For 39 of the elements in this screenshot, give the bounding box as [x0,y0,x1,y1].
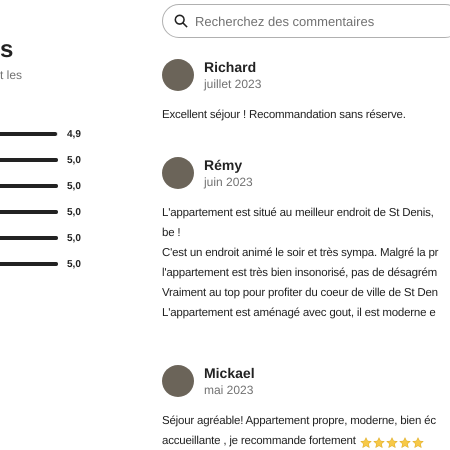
review-date: juin 2023 [204,174,253,190]
review-text: Vraiment au top pour profiter du coeur de ville de St Den [162,286,438,302]
star-icon [398,436,411,448]
review-text: accueillante , je recommande fortement [162,434,356,450]
review-text: C'est un endroit animé le soir et très sympa. Malgré la pr [162,246,438,262]
reviewer-name: Mickael [204,364,255,382]
review-text: L'appartement est aménagé avec gout, il est moderne e [162,306,436,322]
reviewer-name: Richard [204,58,258,76]
review-date: mai 2023 [204,382,254,398]
rating-value: 5,0 [67,206,81,220]
star-icon [372,436,385,448]
avatar-placeholder [162,59,194,91]
rating-bar [0,236,58,240]
star-icon [360,436,372,448]
rating-value: 5,0 [67,232,81,246]
rating-bar [0,210,58,214]
review-text: Excellent séjour ! Recommandation sans réserve. [162,108,406,124]
avatar-placeholder [162,365,194,397]
subtitle: t les [0,67,22,84]
review-text: Séjour agréable! Appartement propre, moderne, bien éc [162,414,436,430]
rating-bar [0,132,58,136]
search-field[interactable]: Recherchez des commentaires [162,4,450,38]
review-text: l'appartement est très bien insonorisé, pas de désagrém [162,266,438,282]
rating-value: 5,0 [67,258,81,272]
rating-value: 4,9 [67,128,81,142]
rating-value: 5,0 [67,180,81,194]
heading: s [0,36,14,64]
star-icon [386,436,398,448]
star-icon [412,436,424,448]
rating-bar [0,184,58,188]
search-icon [174,14,188,28]
review-date: juillet 2023 [204,76,262,92]
avatar-placeholder [162,157,194,189]
review-text: be ! [162,226,180,242]
rating-bar [0,158,58,162]
rating-value: 5,0 [67,154,81,168]
rating-bar [0,262,58,266]
reviewer-name: Rémy [204,156,244,174]
review-text: L'appartement est situé au meilleur endroit de St Denis, [162,206,434,222]
